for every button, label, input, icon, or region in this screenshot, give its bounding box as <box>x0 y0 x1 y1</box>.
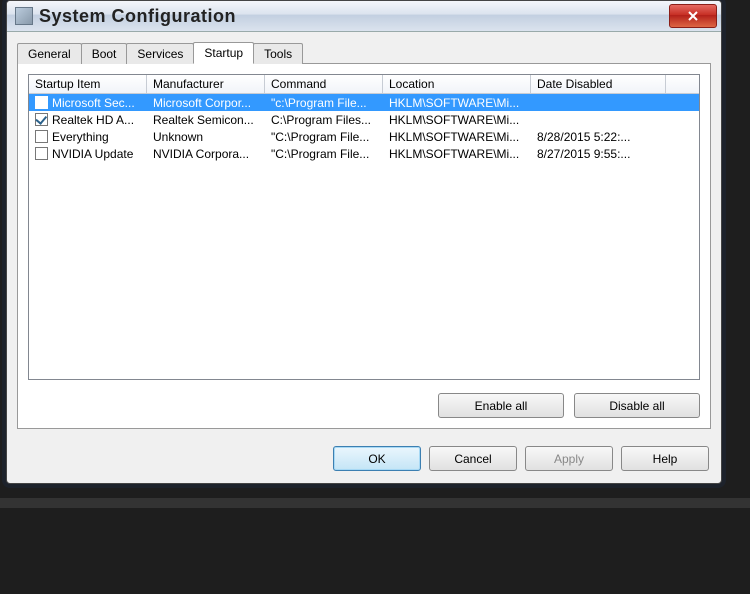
cell-command: "c:\Program File... <box>265 96 383 110</box>
cell-date-disabled: 8/27/2015 9:55:... <box>531 147 666 161</box>
table-row[interactable]: Everything Unknown"C:\Program File...HKLM… <box>29 128 699 145</box>
close-icon <box>687 10 699 22</box>
startup-item-label: Everything <box>52 130 109 144</box>
cell-startup-item: Microsoft Sec... <box>29 96 147 110</box>
column-date-disabled[interactable]: Date Disabled <box>531 75 666 93</box>
tab-services[interactable]: Services <box>126 43 194 64</box>
startup-listview[interactable]: Startup Item Manufacturer Command Locati… <box>28 74 700 380</box>
close-button[interactable] <box>669 4 717 28</box>
ok-button[interactable]: OK <box>333 446 421 471</box>
cell-date-disabled: 8/28/2015 5:22:... <box>531 130 666 144</box>
table-row[interactable]: Microsoft Sec... Microsoft Corpor..."c:\P… <box>29 94 699 111</box>
cell-manufacturer: Microsoft Corpor... <box>147 96 265 110</box>
startup-item-label: NVIDIA Update <box>52 147 133 161</box>
system-configuration-window: System Configuration General Boot Servic… <box>6 0 722 484</box>
startup-item-label: Realtek HD A... <box>52 113 134 127</box>
column-location[interactable]: Location <box>383 75 531 93</box>
desktop-divider <box>0 498 750 508</box>
tab-boot[interactable]: Boot <box>81 43 128 64</box>
apply-button[interactable]: Apply <box>525 446 613 471</box>
tab-strip: General Boot Services Startup Tools <box>17 41 711 63</box>
table-row[interactable]: Realtek HD A... Realtek Semicon...C:\Prog… <box>29 111 699 128</box>
tab-panel-startup: Startup Item Manufacturer Command Locati… <box>17 63 711 429</box>
cell-location: HKLM\SOFTWARE\Mi... <box>383 130 531 144</box>
dialog-button-row: OK Cancel Apply Help <box>333 446 709 471</box>
cell-command: C:\Program Files... <box>265 113 383 127</box>
cell-command: "C:\Program File... <box>265 147 383 161</box>
disable-all-button[interactable]: Disable all <box>574 393 700 418</box>
client-area: General Boot Services Startup Tools Star… <box>17 41 711 435</box>
cell-manufacturer: Unknown <box>147 130 265 144</box>
row-checkbox[interactable] <box>35 130 48 143</box>
cell-manufacturer: Realtek Semicon... <box>147 113 265 127</box>
cell-startup-item: Everything <box>29 130 147 144</box>
row-checkbox[interactable] <box>35 96 48 109</box>
startup-item-label: Microsoft Sec... <box>52 96 135 110</box>
listview-body: Microsoft Sec... Microsoft Corpor..."c:\P… <box>29 94 699 162</box>
cancel-button[interactable]: Cancel <box>429 446 517 471</box>
tab-startup[interactable]: Startup <box>193 42 254 64</box>
column-command[interactable]: Command <box>265 75 383 93</box>
window-title: System Configuration <box>39 6 669 27</box>
listview-header: Startup Item Manufacturer Command Locati… <box>29 75 699 94</box>
tab-tools[interactable]: Tools <box>253 43 303 64</box>
cell-startup-item: NVIDIA Update <box>29 147 147 161</box>
cell-startup-item: Realtek HD A... <box>29 113 147 127</box>
cell-manufacturer: NVIDIA Corpora... <box>147 147 265 161</box>
cell-location: HKLM\SOFTWARE\Mi... <box>383 113 531 127</box>
column-manufacturer[interactable]: Manufacturer <box>147 75 265 93</box>
cell-location: HKLM\SOFTWARE\Mi... <box>383 96 531 110</box>
panel-button-row: Enable all Disable all <box>438 393 700 418</box>
app-icon <box>15 7 33 25</box>
row-checkbox[interactable] <box>35 147 48 160</box>
column-startup-item[interactable]: Startup Item <box>29 75 147 93</box>
title-bar[interactable]: System Configuration <box>7 1 721 32</box>
cell-location: HKLM\SOFTWARE\Mi... <box>383 147 531 161</box>
column-extra <box>666 75 699 93</box>
row-checkbox[interactable] <box>35 113 48 126</box>
enable-all-button[interactable]: Enable all <box>438 393 564 418</box>
table-row[interactable]: NVIDIA Update NVIDIA Corpora..."C:\Progra… <box>29 145 699 162</box>
cell-command: "C:\Program File... <box>265 130 383 144</box>
help-button[interactable]: Help <box>621 446 709 471</box>
tab-general[interactable]: General <box>17 43 82 64</box>
